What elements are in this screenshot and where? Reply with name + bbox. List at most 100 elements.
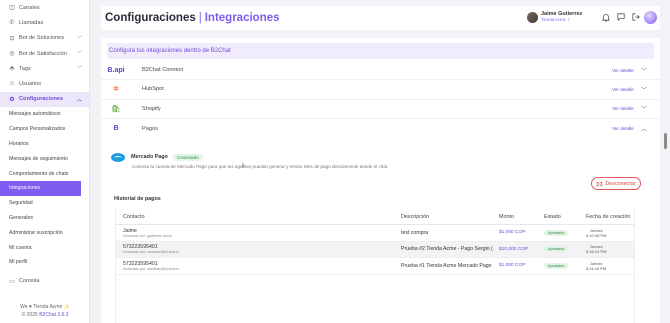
- col-amount[interactable]: Monto: [499, 214, 514, 220]
- chevron-down-icon[interactable]: ﹀: [641, 104, 647, 113]
- table-row[interactable]: 573223595401 Generado por: nandhax@b2chat…: [116, 258, 634, 275]
- mercado-pago-name: Mercado Pago: [131, 154, 168, 160]
- integration-list: B.api B2Chat Connect Ver detalle ﹀ ✲ HubSpot V…: [101, 61, 660, 138]
- integration-name: B2Chat Connect: [142, 67, 184, 74]
- integration-row-pagos[interactable]: B Pagos Ver detalle ︿: [101, 119, 660, 138]
- submenu-item-mensajes-de-seguimiento[interactable]: Mensajes de seguimiento: [0, 151, 89, 166]
- amount-link[interactable]: $1,000 COP: [499, 263, 525, 268]
- submenu-item-horarios[interactable]: Horarios: [0, 137, 89, 152]
- bot-icon: ⊡: [9, 35, 15, 42]
- tag-icon: ⬘: [9, 66, 15, 73]
- integration-row-hubspot[interactable]: ✲ HubSpot Ver detalle ﹀: [101, 80, 660, 100]
- chevron-down-icon[interactable]: ﹀: [641, 85, 647, 94]
- table-row[interactable]: 573223595401 Generado por: nandhax@b2chat…: [116, 241, 634, 258]
- user-company: Tienda Acme ✓: [541, 17, 571, 22]
- integration-row-shopify[interactable]: 🛍 Shopify Ver detalle ﹀: [101, 100, 660, 119]
- submenu-item-comportamiento-de-chats[interactable]: Comportamiento de chats: [0, 166, 89, 181]
- chevron-down-icon: ﹀: [76, 35, 82, 42]
- sidebar-nav: ◫ Canales ✆ Llamadas ⊡ Bot de Soluciones ﹀ ◎ Bot…: [0, 0, 89, 92]
- b2chat-api-icon: B.api: [107, 66, 125, 74]
- generated-by: Generado por: nandhax@b2chat.io: [123, 266, 180, 271]
- status-badge: Aprobado: [544, 246, 569, 253]
- chat-icon[interactable]: [616, 12, 625, 22]
- chevron-down-icon[interactable]: ﹀: [641, 66, 647, 75]
- sidebar-item-llamadas[interactable]: ✆ Llamadas: [0, 15, 89, 30]
- generated-by: Generado por: jgutierrez demo: [123, 233, 172, 238]
- status-badge: Aprobado: [544, 262, 569, 269]
- submenu-item-integraciones[interactable]: Integraciones: [0, 181, 81, 196]
- top-header: Configuraciones | Integraciones Jaime Guti…: [101, 6, 660, 30]
- submenu-item-seguridad[interactable]: Seguridad: [0, 196, 89, 211]
- integration-row-b2chat-connect[interactable]: B.api B2Chat Connect Ver detalle ﹀: [101, 61, 660, 81]
- submenu-item-mi-perfil[interactable]: Mi perfil: [0, 255, 89, 270]
- amount-link[interactable]: $1,000 COP: [499, 230, 525, 235]
- bell-icon[interactable]: [601, 12, 610, 22]
- generated-by: Generado por: nandhax@b2chat.io: [123, 250, 180, 255]
- sidebar-item-configuraciones[interactable]: ⚙ Configuraciones ︿: [0, 91, 89, 108]
- chevron-up-icon[interactable]: ︿: [641, 124, 647, 133]
- header-actions: [601, 12, 640, 22]
- submenu-item-generales[interactable]: Generales: [0, 211, 89, 226]
- submenu-item-administrar-suscripcion[interactable]: Administrar suscripción: [0, 225, 89, 240]
- sidebar-item-usuarios[interactable]: ☺ Usuarios: [0, 76, 89, 91]
- submenu-item-mensajes-automaticos[interactable]: Mensajes automáticos: [0, 107, 89, 122]
- status-badge: Conectado: [172, 153, 203, 161]
- logout-icon[interactable]: [631, 12, 640, 22]
- payments-table: Contacto Descripción Monto Estado Fecha …: [115, 209, 635, 323]
- avatar[interactable]: [527, 11, 538, 23]
- sidebar-item-bot-de-satisfacci-n[interactable]: ◎ Bot de Satisfacción ﹀: [0, 46, 89, 61]
- mercado-pago-header: Mercado Pago Conectado: [111, 151, 651, 163]
- col-contact[interactable]: Contacto: [123, 214, 145, 220]
- integration-name: HubSpot: [142, 86, 164, 93]
- submenu-item-mi-cuenta[interactable]: Mi cuenta: [0, 240, 89, 255]
- integration-name: Shopify: [142, 105, 161, 112]
- see-detail-link[interactable]: Ver detalle: [612, 87, 634, 92]
- sidebar-item-label: Bot de Soluciones: [19, 35, 65, 42]
- sidebar-item-tags[interactable]: ⬘ Tags ﹀: [0, 61, 89, 76]
- col-status[interactable]: Estado: [544, 214, 561, 220]
- channels-icon: ◫: [9, 5, 15, 12]
- satisfaction-icon: ◎: [9, 51, 15, 58]
- text-cursor-icon: I: [242, 163, 244, 170]
- unlink-icon: [597, 181, 603, 186]
- brand-logo: [644, 11, 657, 24]
- see-detail-link[interactable]: Ver detalle: [612, 106, 634, 111]
- see-detail-link[interactable]: Ver detalle: [612, 126, 634, 131]
- integrations-panel: Configura tus integraciones dentro de B2…: [101, 38, 660, 323]
- table-body: Jaime Generado por: jgutierrez demo test c…: [116, 225, 634, 275]
- sidebar-item-label: Usuarios: [19, 81, 42, 88]
- pagos-details: Mercado Pago Conectado Conecta tu cuenta…: [111, 151, 651, 323]
- disconnect-label: Desconectar: [605, 180, 636, 187]
- page-title-main: Configuraciones: [105, 12, 196, 24]
- shopify-icon: 🛍: [111, 105, 121, 113]
- date-time: 5:11:44 PM: [586, 265, 607, 271]
- config-submenu: Mensajes automáticos Campos Personalizado…: [0, 107, 89, 270]
- user-menu[interactable]: Jaime Gutierrez Tienda Acme ✓: [527, 11, 582, 23]
- sidebar-item-canales[interactable]: ◫ Canales: [0, 0, 89, 15]
- console-icon: ▭: [9, 278, 15, 285]
- col-created-date[interactable]: Fecha de creación: [586, 214, 630, 220]
- sidebar-item-label: Canales: [19, 4, 40, 11]
- settings-icon: ⚙: [9, 96, 15, 103]
- footer-version: © 2025 B2Chat 3.6.3: [0, 311, 90, 319]
- sidebar-item-label: Bot de Satisfacción: [19, 50, 67, 57]
- disconnect-button[interactable]: Desconectar: [591, 177, 641, 190]
- submenu-item-campos-personalizados[interactable]: Campos Personalizados: [0, 122, 89, 137]
- sidebar-item-bot-de-soluciones[interactable]: ⊡ Bot de Soluciones ﹀: [0, 31, 89, 46]
- sidebar-item-label: Configuraciones: [19, 96, 64, 103]
- description-cell: Prueba #1 Tienda Acme Mercado Pago: [401, 262, 492, 269]
- scrollbar-thumb[interactable]: [664, 133, 667, 149]
- version-link[interactable]: B2Chat 3.6.3: [39, 312, 68, 318]
- table-row[interactable]: Jaime Generado por: jgutierrez demo test c…: [116, 225, 634, 242]
- status-badge: Aprobado: [544, 229, 569, 236]
- date-cell: Jueves 5:18:14 PM: [586, 244, 606, 254]
- amount-link[interactable]: $10,000 COP: [499, 247, 528, 252]
- sidebar-item-label: Tags: [19, 65, 31, 72]
- see-detail-link[interactable]: Ver detalle: [612, 68, 634, 73]
- col-description[interactable]: Descripción: [401, 214, 429, 220]
- contact-cell: 573223595401 Generado por: nandhax@b2chat…: [123, 261, 179, 271]
- payment-history-title: Historial de pagos: [114, 196, 161, 202]
- integration-name: Pagos: [142, 125, 158, 132]
- page-title-accent: Integraciones: [204, 12, 280, 24]
- sidebar-item-consola[interactable]: ▭ Consola: [0, 274, 89, 289]
